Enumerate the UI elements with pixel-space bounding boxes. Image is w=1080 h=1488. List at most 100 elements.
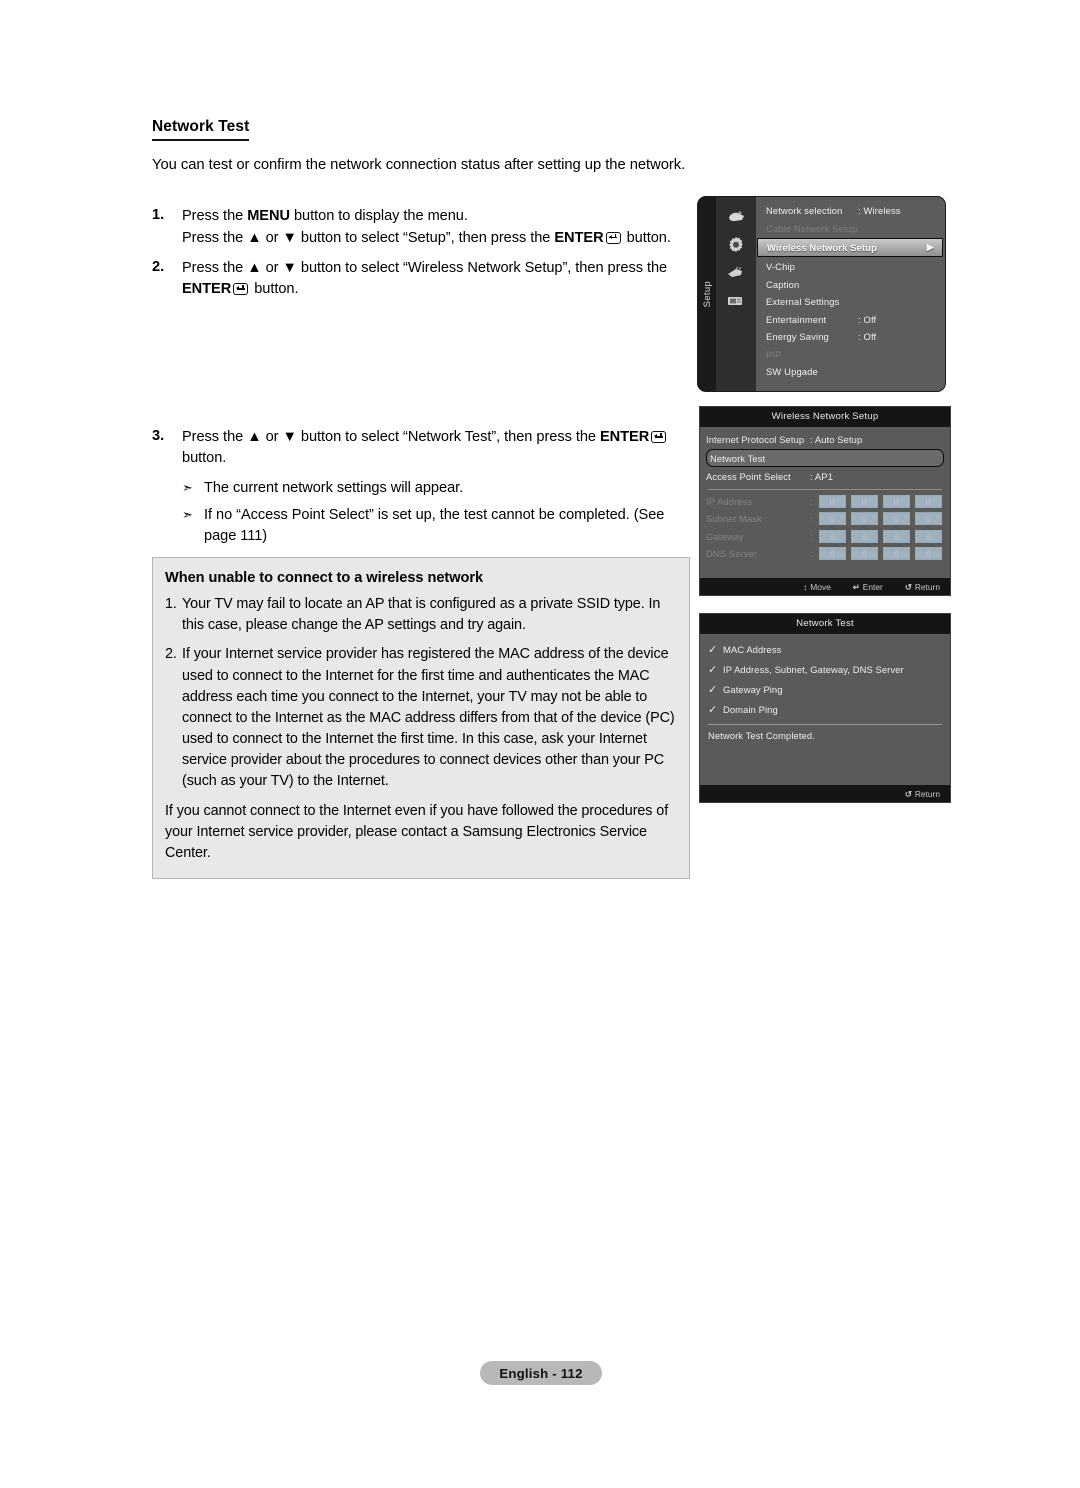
osd-row-gateway[interactable]: Gateway : 0 0 0 0 bbox=[706, 528, 944, 546]
colon: : bbox=[810, 530, 813, 542]
osd-row-wireless-network-setup[interactable]: Wireless Network Setup ▶ bbox=[757, 238, 943, 257]
osd-row-cable-network-setup[interactable]: Cable Network Setup bbox=[756, 220, 945, 238]
octet-field[interactable]: 0 bbox=[882, 547, 910, 561]
value: : AP1 bbox=[810, 471, 833, 483]
return-label: Return bbox=[914, 581, 940, 592]
value: : Off bbox=[858, 313, 877, 325]
test-item-domain-ping: ✓ Domain Ping bbox=[708, 700, 942, 720]
octet-group: : 0 0 0 0 bbox=[810, 512, 944, 526]
footer-return[interactable]: ↺ Return bbox=[905, 789, 940, 799]
enter-label: Enter bbox=[862, 581, 883, 592]
page-title: Network Test bbox=[152, 118, 250, 141]
label: Gateway bbox=[706, 530, 744, 542]
note-item: ➣ The current network settings will appe… bbox=[182, 478, 692, 499]
test-item-label: Gateway Ping bbox=[723, 684, 783, 695]
octet-field[interactable]: 0 bbox=[818, 494, 846, 508]
octet-field[interactable]: 0 bbox=[850, 547, 878, 561]
octet-field[interactable]: 0 bbox=[882, 529, 910, 543]
test-item-gateway-ping: ✓ Gateway Ping bbox=[708, 680, 942, 700]
octet-field[interactable]: 0 bbox=[850, 494, 878, 508]
step-1-line2-post: button. bbox=[622, 229, 671, 246]
osd-row-sw-upgade[interactable]: SW Upgade bbox=[756, 363, 945, 381]
osd-row-ip-address[interactable]: IP Address : 0 0 0 0 bbox=[706, 493, 944, 511]
callout-item-1: 1. Your TV may fail to locate an AP that… bbox=[165, 594, 675, 636]
label: Entertainment bbox=[766, 313, 827, 325]
divider bbox=[708, 488, 942, 490]
osd-row-internet-protocol-setup[interactable]: Internet Protocol Setup : Auto Setup bbox=[706, 431, 944, 449]
osd-row-subnet-mask[interactable]: Subnet Mask : 0 0 0 0 bbox=[706, 510, 944, 528]
enter-icon bbox=[233, 282, 249, 295]
enter-icon bbox=[605, 231, 621, 244]
osd-row-network-selection[interactable]: Network selection : Wireless bbox=[756, 202, 945, 220]
osd-row-external-settings[interactable]: External Settings bbox=[756, 293, 945, 311]
octet-field[interactable]: 0 bbox=[914, 494, 942, 508]
steps-list: 1. Press the MENU button to display the … bbox=[152, 206, 692, 469]
notes-list: ➣ The current network settings will appe… bbox=[182, 478, 692, 546]
check-icon: ✓ bbox=[708, 684, 718, 696]
page-number-label: English - 112 bbox=[499, 1365, 583, 1381]
osd-row-entertainment[interactable]: Entertainment : Off bbox=[756, 311, 945, 329]
octet-field[interactable]: 0 bbox=[882, 512, 910, 526]
step-2-body: Press the ▲ or ▼ button to select “Wirel… bbox=[182, 258, 692, 300]
step-3-body: Press the ▲ or ▼ button to select “Netwo… bbox=[182, 427, 692, 469]
enter-icon bbox=[651, 431, 667, 444]
osd-row-pip[interactable]: PIP bbox=[756, 346, 945, 364]
label: DNS Server bbox=[706, 548, 758, 560]
callout-box: When unable to connect to a wireless net… bbox=[152, 557, 690, 880]
test-item-mac-address: ✓ MAC Address bbox=[708, 640, 942, 660]
chevron-right-icon: ▶ bbox=[926, 242, 934, 252]
label: Access Point Select bbox=[706, 471, 791, 483]
step-1: 1. Press the MENU button to display the … bbox=[152, 206, 692, 248]
callout-item-2-number: 2. bbox=[165, 646, 177, 663]
arrow-bullet-icon: ➣ bbox=[182, 506, 193, 522]
label: Network selection bbox=[766, 205, 843, 217]
footer-enter[interactable]: ↵ Enter bbox=[853, 582, 883, 592]
label: SW Upgade bbox=[766, 366, 818, 378]
value: : Off bbox=[858, 331, 877, 343]
osd-network-test-title: Network Test bbox=[700, 614, 950, 634]
osd-row-v-chip[interactable]: V-Chip bbox=[756, 258, 945, 276]
octet-group: : 0 0 0 0 bbox=[810, 529, 944, 543]
octet-field[interactable]: 0 bbox=[818, 547, 846, 561]
label: External Settings bbox=[766, 296, 840, 308]
step-3: 3. Press the ▲ or ▼ button to select “Ne… bbox=[152, 427, 692, 469]
callout-title: When unable to connect to a wireless net… bbox=[165, 570, 484, 586]
step-1-line1-post: button to display the menu. bbox=[289, 208, 468, 225]
osd-wireless-title: Wireless Network Setup bbox=[700, 407, 950, 427]
octet-field[interactable]: 0 bbox=[882, 494, 910, 508]
note-item: ➣ If no “Access Point Select” is set up,… bbox=[182, 505, 692, 547]
osd-row-energy-saving[interactable]: Energy Saving : Off bbox=[756, 328, 945, 346]
octet-field[interactable]: 0 bbox=[914, 512, 942, 526]
octet-field[interactable]: 0 bbox=[914, 529, 942, 543]
osd-row-network-test[interactable]: Network Test bbox=[706, 449, 944, 467]
label: PIP bbox=[766, 348, 782, 360]
note-text: If no “Access Point Select” is set up, t… bbox=[204, 506, 665, 544]
colon: : bbox=[810, 513, 813, 525]
octet-field[interactable]: 0 bbox=[818, 529, 846, 543]
osd-network-test: Network Test ✓ MAC Address ✓ IP Address,… bbox=[699, 613, 951, 803]
test-item-ip-subnet-gateway-dns: ✓ IP Address, Subnet, Gateway, DNS Serve… bbox=[708, 660, 942, 680]
gear-icon bbox=[723, 234, 749, 256]
osd-row-caption[interactable]: Caption bbox=[756, 276, 945, 294]
octet-field[interactable]: 0 bbox=[850, 529, 878, 543]
osd-row-access-point-select[interactable]: Access Point Select : AP1 bbox=[706, 468, 944, 486]
footer-move[interactable]: ↕ Move bbox=[803, 582, 831, 592]
osd-row-dns-server[interactable]: DNS Server : 0 0 0 0 bbox=[706, 545, 944, 563]
colon: : bbox=[810, 495, 813, 507]
octet-field[interactable]: 0 bbox=[850, 512, 878, 526]
return-icon: ↺ bbox=[904, 788, 912, 799]
osd-wireless-footer: ↕ Move ↵ Enter ↺ Return bbox=[700, 578, 950, 595]
check-icon: ✓ bbox=[708, 664, 718, 676]
step-1-line1-pre: Press the bbox=[182, 208, 248, 225]
osd-setup-icon-column bbox=[716, 197, 756, 391]
manual-page: Network Test You can test or confirm the… bbox=[0, 0, 1080, 1488]
step-1-body: Press the MENU button to display the men… bbox=[182, 206, 692, 248]
move-icon: ↕ bbox=[803, 581, 808, 592]
octet-group: : 0 0 0 0 bbox=[810, 494, 944, 508]
octet-field[interactable]: 0 bbox=[914, 547, 942, 561]
value: : Wireless bbox=[858, 205, 901, 217]
enter-icon: ↵ bbox=[852, 581, 860, 592]
octet-field[interactable]: 0 bbox=[818, 512, 846, 526]
return-icon: ↺ bbox=[904, 581, 912, 592]
footer-return[interactable]: ↺ Return bbox=[905, 582, 940, 592]
